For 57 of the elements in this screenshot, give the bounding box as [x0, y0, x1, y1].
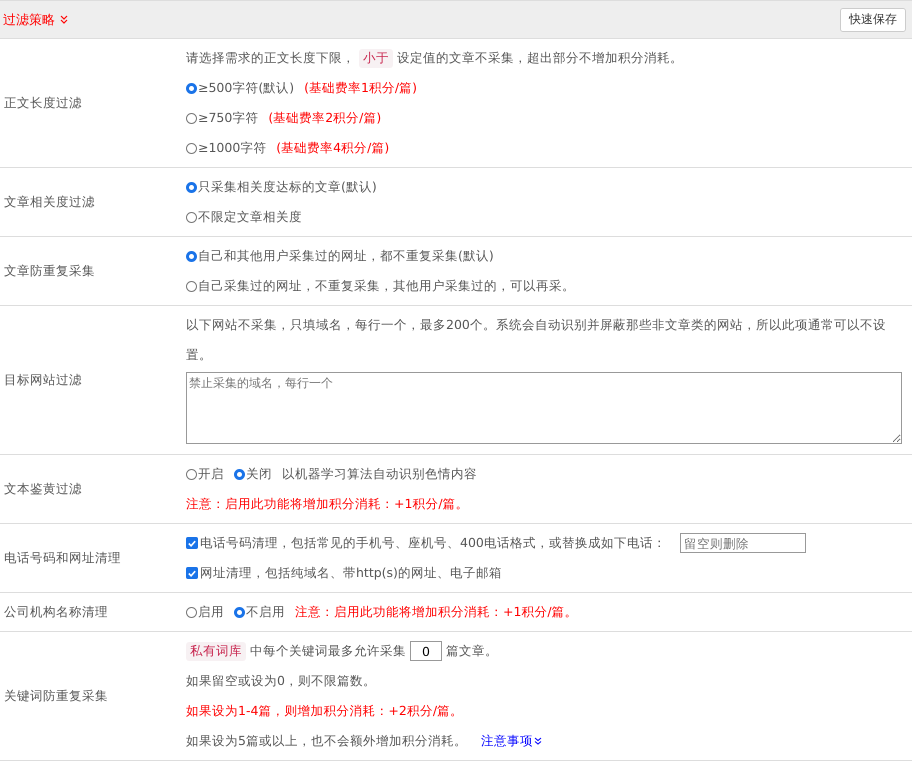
description-text: 中每个关键词最多允许采集 — [250, 642, 406, 660]
checkbox-icon[interactable] — [186, 567, 198, 579]
radio-icon[interactable] — [186, 112, 197, 124]
highlight-tag: 私有词库 — [186, 642, 246, 660]
radio-option[interactable]: 只采集相关度达标的文章(默认) — [186, 178, 377, 196]
setting-label: 正文长度过滤 — [4, 94, 82, 112]
warning-text: (基础费率2积分/篇) — [268, 110, 382, 126]
radio-option[interactable]: 不限定文章相关度 — [186, 208, 302, 226]
radio-option[interactable]: 开启 — [186, 466, 224, 482]
warning-text: (基础费率4积分/篇) — [276, 140, 390, 156]
radio-option[interactable]: 自己和其他用户采集过的网址，都不重复采集(默认) — [186, 248, 494, 264]
double-chevron-icon[interactable] — [60, 15, 68, 24]
radio-option[interactable]: 启用 — [186, 604, 224, 620]
description-text: 如果设为5篇或以上，也不会额外增加积分消耗。 — [186, 732, 467, 750]
setting-label: 关键词防重复采集 — [4, 688, 108, 704]
radio-icon[interactable] — [234, 468, 245, 480]
radio-icon[interactable] — [234, 606, 245, 618]
radio-option[interactable]: 自己采集过的网址，不重复采集，其他用户采集过的，可以再采。 — [186, 278, 575, 294]
domain-textarea[interactable]: 禁止采集的域名，每行一个 — [186, 372, 902, 444]
highlight-tag: 小于 — [359, 48, 393, 68]
checkbox-option[interactable]: 网址清理，包括纯域名、带http(s)的网址、电子邮箱 — [186, 564, 502, 582]
radio-icon[interactable] — [186, 468, 197, 480]
setting-label: 公司机构名称清理 — [4, 604, 108, 620]
phone-input-field[interactable]: 留空则删除 — [680, 533, 806, 553]
radio-icon[interactable] — [186, 182, 197, 192]
description-text: 如果留空或设为0，则不限篇数。 — [186, 672, 376, 690]
radio-icon[interactable] — [186, 82, 197, 94]
description-text: 以机器学习算法自动识别色情内容 — [282, 466, 477, 482]
setting-label: 文章防重复采集 — [4, 262, 95, 280]
radio-option[interactable]: 关闭 — [234, 466, 272, 482]
description-text: 以下网站不采集，只填域名，每行一个，最多200个。系统会自动识别并屏蔽那些非文章类的网站，所以此项通常可以不设置。 — [186, 316, 887, 364]
notes-link[interactable]: 注意事项 — [480, 732, 542, 750]
warning-text: 注意：启用此功能将增加积分消耗：+1积分/篇。 — [186, 496, 469, 512]
warning-text: (基础费率1积分/篇) — [304, 80, 418, 96]
radio-option[interactable]: 不启用 — [234, 604, 285, 620]
description-text: 篇文章。 — [446, 642, 498, 660]
radio-icon[interactable] — [186, 212, 197, 222]
radio-icon[interactable] — [186, 606, 197, 618]
warning-text: 注意：启用此功能将增加积分消耗：+1积分/篇。 — [295, 604, 578, 620]
radio-icon[interactable] — [186, 250, 197, 262]
radio-icon[interactable] — [186, 280, 197, 292]
checkbox-option[interactable]: 电话号码清理，包括常见的手机号、座机号、400电话格式，或替换成如下电话： — [186, 534, 666, 552]
description-text: 设定值的文章不采集，超出部分不增加积分消耗。 — [397, 50, 683, 66]
radio-icon[interactable] — [186, 142, 197, 154]
setting-label: 文章相关度过滤 — [4, 194, 95, 210]
setting-label: 文本鉴黄过滤 — [4, 480, 82, 498]
radio-option[interactable]: ≥750字符 — [186, 110, 258, 126]
description-text: 请选择需求的正文长度下限， — [186, 50, 355, 66]
quick-save-button[interactable]: 快速保存 — [840, 8, 906, 32]
setting-label: 电话号码和网址清理 — [4, 550, 121, 566]
double-chevron-icon[interactable] — [534, 737, 542, 745]
checkbox-icon[interactable] — [186, 537, 198, 549]
count-input-field[interactable]: 0 — [410, 641, 442, 661]
setting-label: 目标网站过滤 — [4, 372, 82, 388]
radio-option[interactable]: ≥1000字符 — [186, 140, 266, 156]
warning-text: 如果设为1-4篇，则增加积分消耗：+2积分/篇。 — [186, 702, 464, 720]
radio-option[interactable]: ≥500字符(默认) — [186, 80, 294, 96]
